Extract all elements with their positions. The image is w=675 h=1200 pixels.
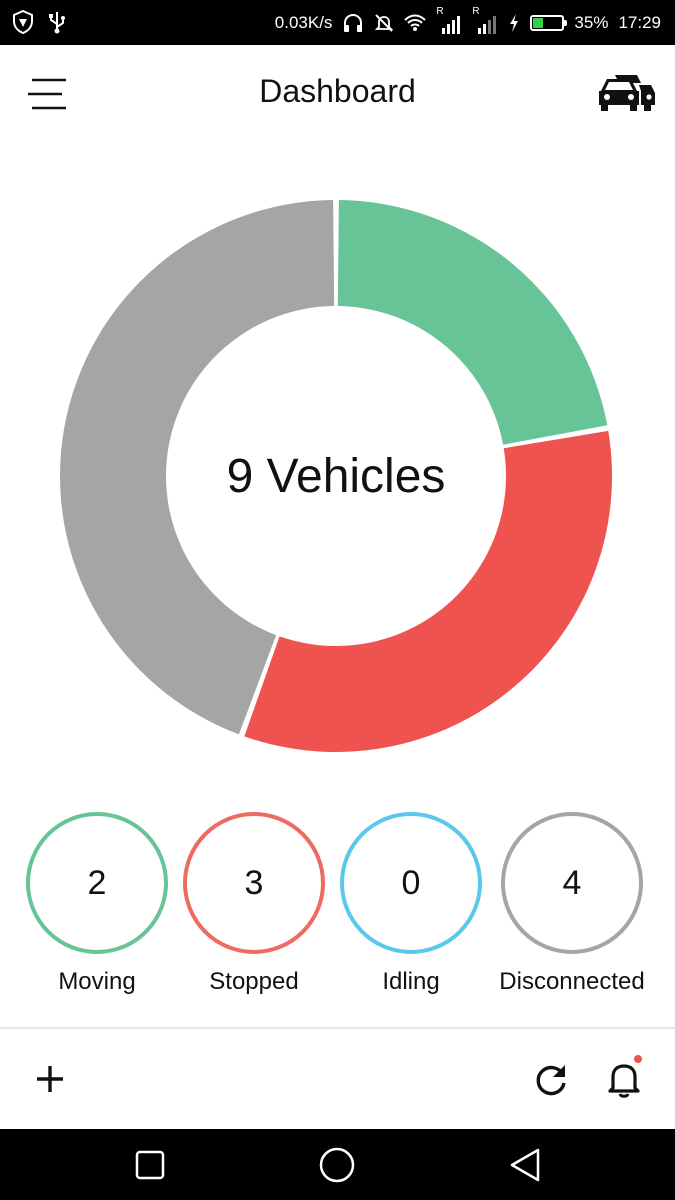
battery-icon [530, 14, 568, 31]
plus-icon[interactable] [26, 1055, 74, 1103]
headphones-icon [344, 13, 363, 32]
charging-icon [510, 13, 519, 32]
disconnected-label: Disconnected [499, 968, 645, 995]
stopped-count-circle: 3 [183, 812, 325, 954]
net-speed: 0.03K/s [274, 12, 333, 32]
idling-label: Idling [382, 968, 440, 995]
notifications-button[interactable] [600, 1055, 648, 1103]
status-bar: 0.03K/s R R 35% 17:29 [0, 0, 675, 45]
refresh-icon[interactable] [527, 1055, 575, 1103]
battery-percent: 35% [574, 12, 609, 32]
usb-icon [49, 12, 65, 34]
bell-icon [608, 1064, 640, 1098]
signal-icon [478, 15, 497, 34]
disconnected-count: 4 [562, 863, 582, 902]
stopped-label: Stopped [209, 968, 299, 995]
stopped-count: 3 [244, 863, 264, 902]
page-title: Dashboard [259, 73, 416, 109]
disconnected-count-circle: 4 [501, 812, 643, 954]
status-summary: 2 Moving 3 Stopped 0 Idling 4 Disconnect… [0, 812, 675, 1012]
donut-slice-stopped [244, 430, 613, 753]
system-navigation-bar [0, 1129, 675, 1200]
shield-icon [13, 10, 33, 34]
signal-icon [442, 15, 461, 34]
mute-bell-icon [375, 13, 394, 32]
stat-moving[interactable]: 2 Moving [17, 812, 177, 996]
back-icon[interactable] [505, 1145, 545, 1185]
clock: 17:29 [618, 12, 661, 32]
idling-count: 0 [401, 863, 421, 902]
notification-badge-dot [634, 1055, 642, 1063]
moving-count: 2 [87, 863, 107, 902]
stat-stopped[interactable]: 3 Stopped [174, 812, 334, 996]
car-icon[interactable] [595, 71, 657, 115]
idling-count-circle: 0 [340, 812, 482, 954]
recent-apps-icon[interactable] [130, 1145, 170, 1185]
vehicle-status-donut-chart [60, 200, 613, 753]
wifi-icon [404, 14, 427, 31]
bottom-toolbar [0, 1029, 675, 1129]
app-bar: Dashboard [0, 45, 675, 145]
stat-idling[interactable]: 0 Idling [331, 812, 491, 996]
donut-slice-moving [337, 200, 608, 445]
moving-count-circle: 2 [26, 812, 168, 954]
home-icon[interactable] [317, 1145, 357, 1185]
stat-disconnected[interactable]: 4 Disconnected [492, 812, 652, 996]
moving-label: Moving [58, 968, 136, 995]
